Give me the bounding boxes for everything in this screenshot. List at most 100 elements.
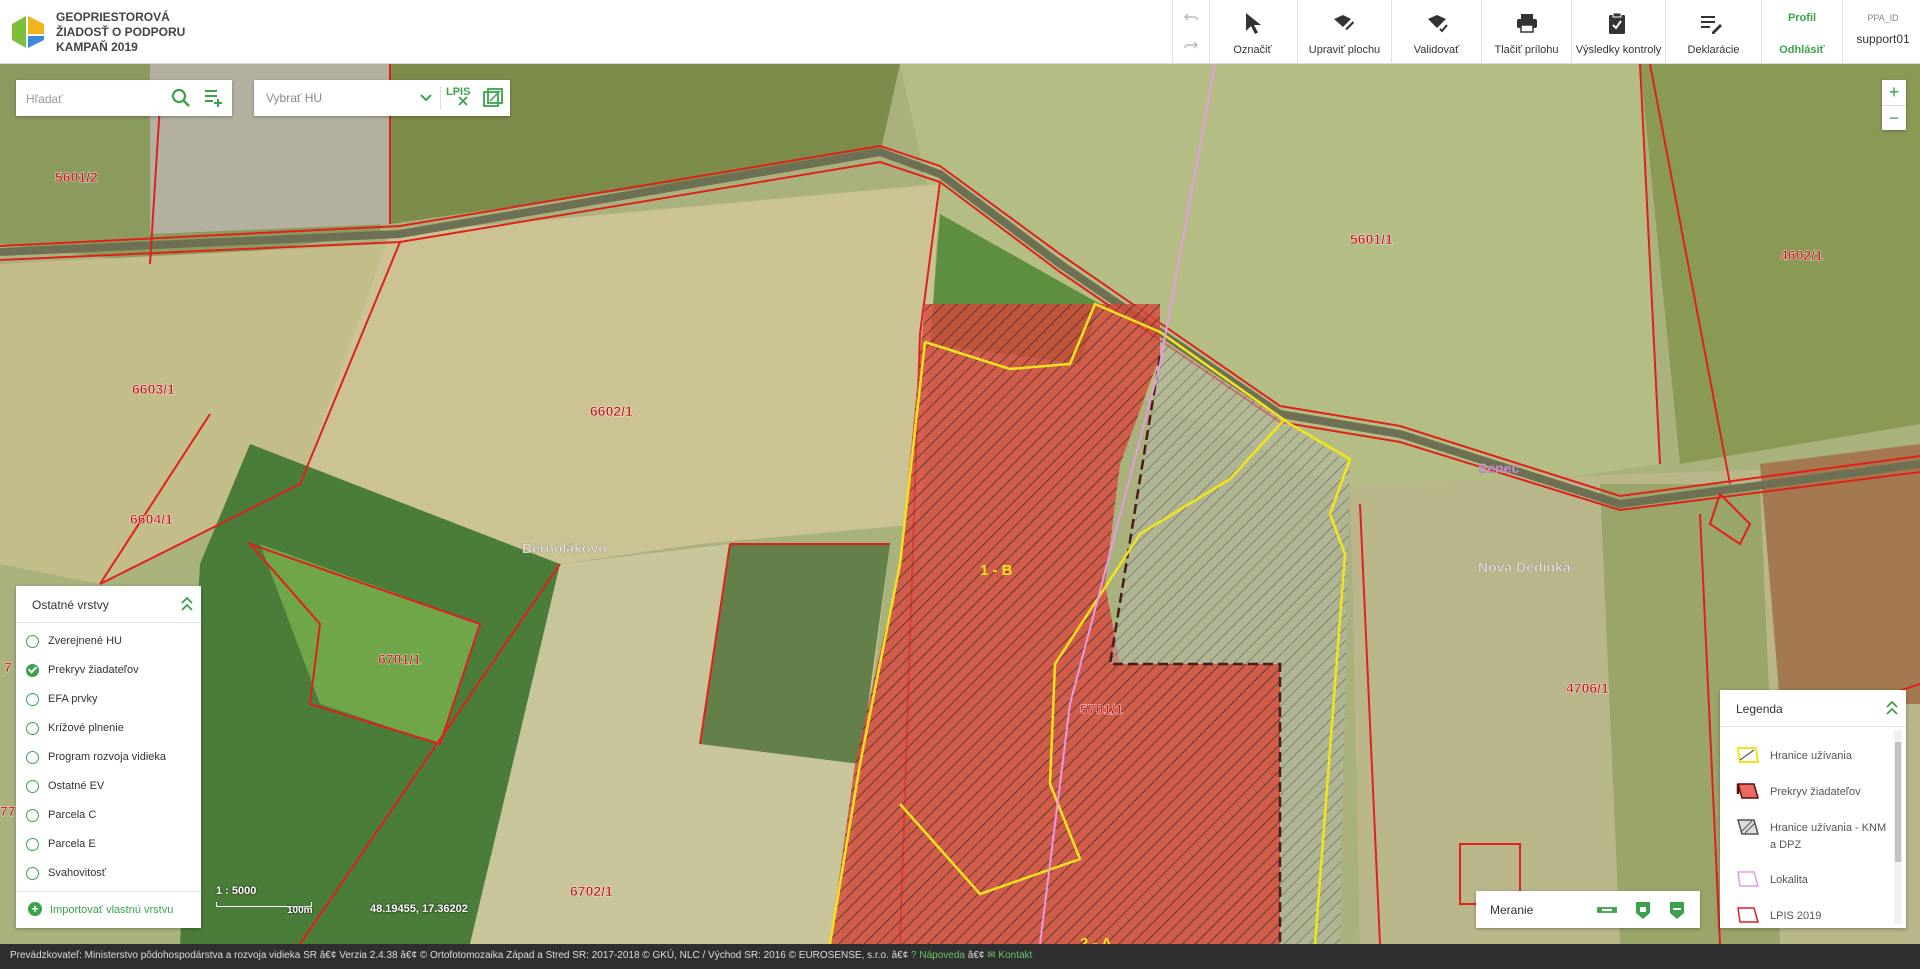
layer-radio[interactable] [26, 722, 39, 735]
layer-item[interactable]: Krížové plnenie [26, 719, 196, 741]
layer-compare-icon[interactable] [482, 87, 504, 109]
header-bar: GEOPRIESTOROVÁ ŽIADOSŤ O PODPORU KAMPAŇ … [0, 0, 1920, 64]
layer-radio[interactable] [26, 809, 39, 822]
collapse-icon[interactable] [181, 596, 193, 612]
legend-scrollbar[interactable] [1894, 730, 1902, 924]
tool-declarations[interactable]: Deklarácie [1666, 0, 1762, 64]
tool-edit-area[interactable]: Upraviť plochu [1298, 0, 1392, 64]
username: support01 [1856, 32, 1910, 46]
scrollbar-thumb[interactable] [1895, 742, 1901, 862]
hu-selector-bar: Vybrať HU LPIS [254, 80, 510, 116]
measure-area-icon[interactable] [1632, 899, 1654, 921]
parcel-label: 6701/1 [378, 651, 421, 667]
parcel-label: 5601/2 [55, 169, 98, 185]
measure-label: Meranie [1490, 903, 1534, 917]
place-label: Senec [1478, 460, 1519, 476]
app-title-line: KAMPAŇ 2019 [56, 40, 138, 54]
app-title-line: GEOPRIESTOROVÁ [56, 10, 170, 24]
tool-label: Tlačiť prílohu [1494, 44, 1559, 56]
legend-label: Prekryv žiadateľov [1770, 786, 1861, 798]
layer-radio[interactable] [26, 838, 39, 851]
layer-item[interactable]: EFA prvky [26, 690, 196, 712]
block-label: 1 - B [980, 562, 1013, 579]
field [1640, 64, 1920, 464]
layer-label: Ostatné EV [48, 780, 105, 792]
layer-radio[interactable] [26, 751, 39, 764]
layer-label: Zverejnené HU [48, 635, 122, 647]
layer-item[interactable]: Parcela C [26, 806, 196, 828]
layer-item[interactable]: Program rozvoja vidieka [26, 748, 196, 770]
search-icon[interactable] [170, 87, 192, 109]
footer-bar: Prevádzkovateľ: Ministerstvo pôdohospodá… [0, 944, 1920, 969]
help-link[interactable]: ? Nápoveda [911, 950, 965, 961]
knm-dpz-swatch-icon [1737, 819, 1759, 835]
measure-distance-icon[interactable] [1596, 899, 1618, 921]
app-title-line: ŽIADOSŤ O PODPORU [56, 25, 186, 39]
hu-select[interactable]: Vybrať HU [260, 86, 441, 110]
hu-select-placeholder: Vybrať HU [266, 91, 323, 105]
layer-item[interactable]: Svahovitosť [26, 864, 196, 886]
clipboard-check-icon [1609, 12, 1625, 34]
lpis-toggle[interactable]: LPIS [446, 86, 470, 106]
layer-label: Parcela E [48, 838, 96, 850]
layer-item[interactable]: Parcela E [26, 835, 196, 857]
profile-link[interactable]: Profil [1762, 12, 1842, 24]
layer-label: Krížové plnenie [48, 722, 124, 734]
parcel-label: 6702/1 [570, 883, 613, 899]
locality-swatch-icon [1737, 871, 1759, 887]
tool-check-results[interactable]: Výsledky kontroly [1572, 0, 1666, 64]
layer-item[interactable]: Ostatné EV [26, 777, 196, 799]
parcel-label: 6603/1 [132, 381, 175, 397]
tool-print[interactable]: Tlačiť prílohu [1482, 0, 1572, 64]
user-id-label: PPA_ID [1867, 13, 1899, 23]
cursor-arrow-icon [1246, 13, 1261, 34]
redo-icon[interactable] [1183, 38, 1199, 54]
tool-validate[interactable]: Validovať [1392, 0, 1482, 64]
parcel-label: 4602/1 [1780, 247, 1823, 263]
tool-label: Validovať [1413, 44, 1460, 56]
undo-icon[interactable] [1183, 10, 1199, 26]
measure-clear-icon[interactable] [1666, 899, 1688, 921]
lpis-swatch-icon [1737, 907, 1759, 923]
chevron-down-icon [420, 94, 432, 102]
tool-label: Výsledky kontroly [1575, 44, 1662, 56]
tool-label: Deklarácie [1687, 44, 1740, 56]
footer-separator: â€¢ [967, 950, 985, 961]
layer-radio[interactable] [26, 635, 39, 648]
footer-text: Prevádzkovateľ: Ministerstvo pôdohospodá… [10, 950, 1032, 961]
search-input[interactable] [24, 88, 168, 110]
footer-copyright: Prevádzkovateľ: Ministerstvo pôdohospodá… [10, 950, 909, 961]
import-layer-button[interactable]: + Importovať vlastnú vrstvu [16, 891, 201, 928]
zoom-out-button[interactable]: − [1882, 105, 1906, 131]
layer-radio[interactable] [26, 664, 39, 677]
tool-select[interactable]: Označiť [1208, 0, 1298, 64]
layer-label: EFA prvky [48, 693, 98, 705]
tool-label: Upraviť plochu [1308, 44, 1381, 56]
map-canvas[interactable]: 5601/2 5601/1 4602/1 6603/1 6602/1 6604/… [0, 64, 1920, 944]
advanced-search-icon[interactable] [202, 87, 224, 109]
parcel-label: 4706/1 [1566, 680, 1609, 696]
collapse-icon[interactable] [1886, 700, 1898, 716]
tool-label: Označiť [1233, 44, 1272, 56]
validate-shape-icon [1428, 15, 1448, 33]
logout-link[interactable]: Odhlásiť [1762, 44, 1842, 56]
layer-radio[interactable] [26, 867, 39, 880]
layer-radio[interactable] [26, 780, 39, 793]
legend-header[interactable]: Legenda [1720, 690, 1906, 727]
layer-radio[interactable] [26, 693, 39, 706]
zoom-in-button[interactable]: + [1882, 80, 1906, 105]
layer-item[interactable]: Prekryv žiadateľov [26, 661, 196, 683]
layers-panel: Ostatné vrstvy Zverejnené HU Prekryv žia… [16, 586, 201, 928]
parcel-label: 5601/1 [1350, 231, 1393, 247]
place-label: Nová Dedinka [1478, 559, 1571, 575]
import-layer-label: Importovať vlastnú vrstvu [50, 904, 174, 916]
layer-label: Svahovitosť [48, 867, 106, 879]
plus-icon: + [28, 902, 42, 916]
layer-item[interactable]: Zverejnené HU [26, 632, 196, 654]
layers-panel-header[interactable]: Ostatné vrstvy [16, 586, 201, 623]
applicant-overlap-swatch-icon [1736, 783, 1759, 799]
scale-length: 100m [287, 905, 313, 916]
parcel-label: 7 [4, 659, 12, 675]
contact-link[interactable]: ✉ Kontakt [987, 950, 1032, 961]
search-bar [16, 80, 232, 116]
